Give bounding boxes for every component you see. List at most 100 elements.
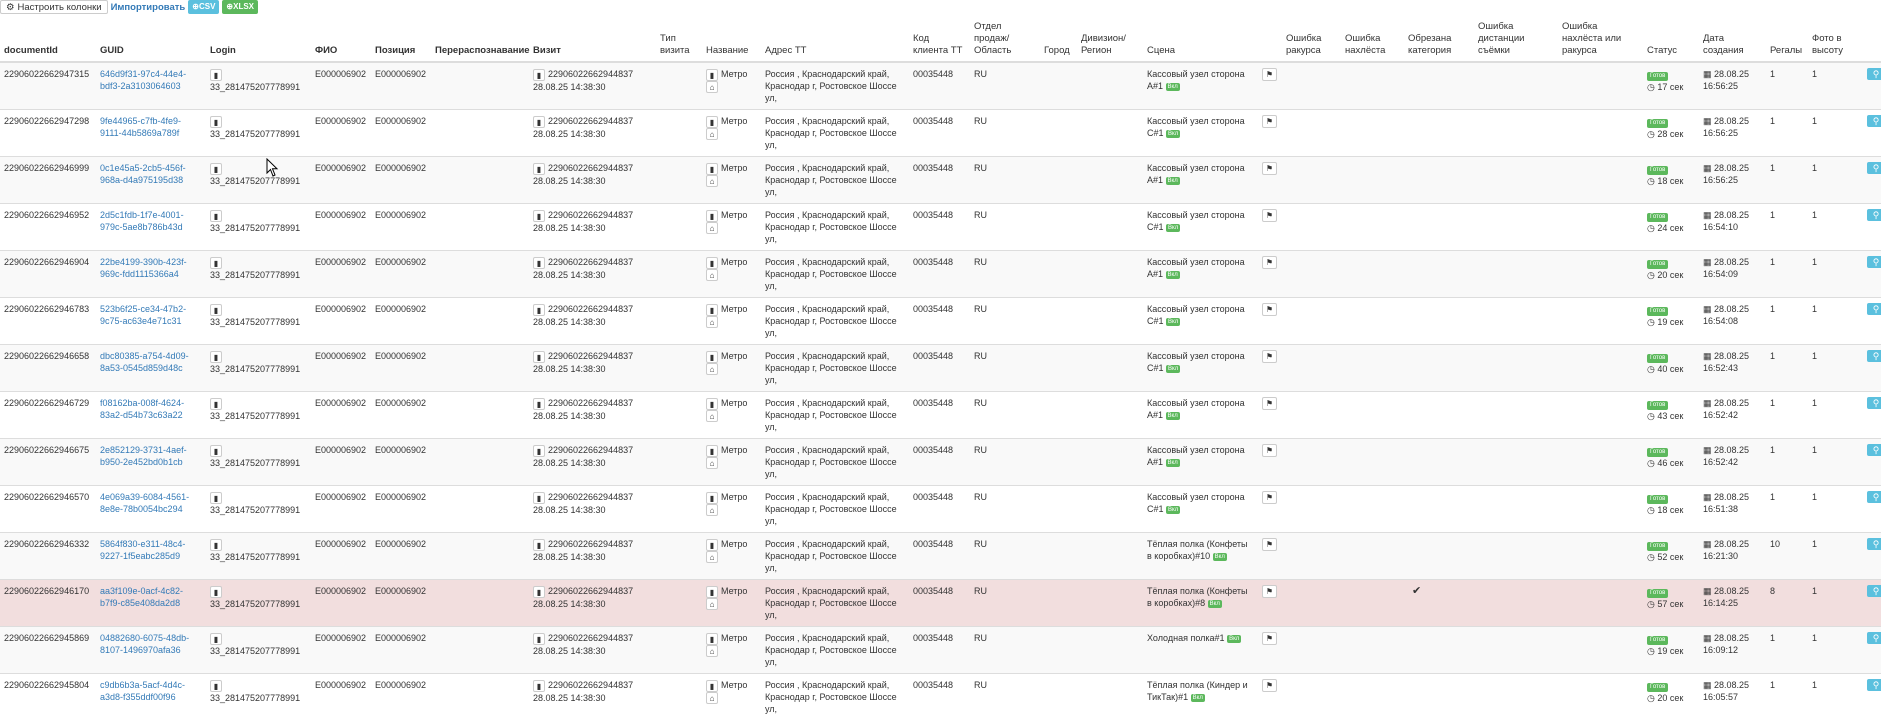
guid-cell[interactable]: 04882680-6075-48db-8107-1496970afa36 bbox=[96, 626, 206, 674]
home-icon[interactable]: ⌂ bbox=[706, 175, 718, 188]
column-header[interactable]: Название bbox=[702, 18, 761, 63]
search-icon[interactable]: ⚲ bbox=[1867, 162, 1881, 174]
guid-link[interactable]: 646d9f31-97c4-44e4-bdf3-2a3103064603 bbox=[100, 69, 186, 91]
guid-cell[interactable]: 9fe44965-c7fb-4fe9-9111-44b5869a789f bbox=[96, 109, 206, 157]
document-icon[interactable]: ▮ bbox=[210, 350, 222, 363]
column-header[interactable]: ФИО bbox=[311, 18, 371, 63]
document-icon[interactable]: ▮ bbox=[210, 115, 222, 128]
column-header[interactable]: Обрезана категория bbox=[1404, 18, 1474, 63]
export-xlsx-button[interactable]: ⊕XLSX bbox=[222, 0, 259, 14]
home-icon[interactable]: ⌂ bbox=[706, 457, 718, 470]
guid-link[interactable]: 523b6f25-ce34-47b2-9c75-ac63e4e71c31 bbox=[100, 304, 186, 326]
document-icon[interactable]: ▮ bbox=[706, 397, 718, 410]
document-icon[interactable]: ▮ bbox=[533, 397, 545, 410]
column-header[interactable]: Дивизион/ Регион bbox=[1077, 18, 1143, 63]
search-icon[interactable]: ⚲ bbox=[1867, 68, 1881, 80]
guid-cell[interactable]: c9db6b3a-5acf-4d4c-a3d8-f355ddf00f96 bbox=[96, 673, 206, 720]
search-icon[interactable]: ⚲ bbox=[1867, 350, 1881, 362]
document-icon[interactable]: ▮ bbox=[210, 68, 222, 81]
export-csv-button[interactable]: ⊕CSV bbox=[188, 0, 220, 14]
guid-link[interactable]: aa3f109e-0acf-4c82-b7f9-c85e408da2d8 bbox=[100, 586, 183, 608]
configure-columns-button[interactable]: ⚙ Настроить колонки bbox=[0, 0, 108, 14]
document-icon[interactable]: ▮ bbox=[533, 538, 545, 551]
document-icon[interactable]: ▮ bbox=[706, 444, 718, 457]
flag-icon[interactable]: ⚑ bbox=[1262, 162, 1277, 176]
column-header[interactable]: Адрес ТТ bbox=[761, 18, 909, 63]
document-icon[interactable]: ▮ bbox=[210, 538, 222, 551]
document-icon[interactable]: ▮ bbox=[706, 115, 718, 128]
column-header[interactable]: Ошибка дистанции съёмки bbox=[1474, 18, 1558, 63]
home-icon[interactable]: ⌂ bbox=[706, 128, 718, 141]
search-icon[interactable]: ⚲ bbox=[1867, 679, 1881, 691]
home-icon[interactable]: ⌂ bbox=[706, 598, 718, 611]
search-icon[interactable]: ⚲ bbox=[1867, 491, 1881, 503]
guid-cell[interactable]: dbc80385-a754-4d09-8a53-0545d859d48c bbox=[96, 344, 206, 392]
guid-cell[interactable]: f08162ba-008f-4624-83a2-d54b73c63a22 bbox=[96, 391, 206, 439]
search-icon[interactable]: ⚲ bbox=[1867, 632, 1881, 644]
guid-link[interactable]: 04882680-6075-48db-8107-1496970afa36 bbox=[100, 633, 189, 655]
document-icon[interactable]: ▮ bbox=[533, 585, 545, 598]
home-icon[interactable]: ⌂ bbox=[706, 645, 718, 658]
flag-icon[interactable]: ⚑ bbox=[1262, 632, 1277, 646]
column-header[interactable]: Статус bbox=[1643, 18, 1699, 63]
document-icon[interactable]: ▮ bbox=[210, 209, 222, 222]
document-icon[interactable]: ▮ bbox=[210, 397, 222, 410]
home-icon[interactable]: ⌂ bbox=[706, 222, 718, 235]
document-icon[interactable]: ▮ bbox=[533, 632, 545, 645]
document-icon[interactable]: ▮ bbox=[533, 491, 545, 504]
document-icon[interactable]: ▮ bbox=[210, 444, 222, 457]
search-icon[interactable]: ⚲ bbox=[1867, 397, 1881, 409]
flag-icon[interactable]: ⚑ bbox=[1262, 444, 1277, 458]
home-icon[interactable]: ⌂ bbox=[706, 363, 718, 376]
document-icon[interactable]: ▮ bbox=[210, 585, 222, 598]
flag-icon[interactable]: ⚑ bbox=[1262, 585, 1277, 599]
search-icon[interactable]: ⚲ bbox=[1867, 585, 1881, 597]
document-icon[interactable]: ▮ bbox=[533, 679, 545, 692]
document-icon[interactable]: ▮ bbox=[533, 350, 545, 363]
document-icon[interactable]: ▮ bbox=[533, 444, 545, 457]
guid-link[interactable]: 0c1e45a5-2cb5-456f-968a-d4a975195d38 bbox=[100, 163, 186, 185]
document-icon[interactable]: ▮ bbox=[706, 68, 718, 81]
document-icon[interactable]: ▮ bbox=[210, 632, 222, 645]
search-icon[interactable]: ⚲ bbox=[1867, 209, 1881, 221]
search-icon[interactable]: ⚲ bbox=[1867, 256, 1881, 268]
guid-cell[interactable]: 2e852129-3731-4aef-b950-2e452bd0b1cb bbox=[96, 438, 206, 486]
column-header[interactable]: Регалы bbox=[1766, 18, 1808, 63]
document-icon[interactable]: ▮ bbox=[706, 632, 718, 645]
guid-link[interactable]: dbc80385-a754-4d09-8a53-0545d859d48c bbox=[100, 351, 189, 373]
column-header[interactable]: Код клиента ТТ bbox=[909, 18, 970, 63]
home-icon[interactable]: ⌂ bbox=[706, 504, 718, 517]
guid-link[interactable]: 4e069a39-6084-4561-8e8e-78b0054bc294 bbox=[100, 492, 189, 514]
column-header[interactable]: Ошибка ракурса bbox=[1282, 18, 1341, 63]
guid-cell[interactable]: 2d5c1fdb-1f7e-4001-979c-5ae8b786b43d bbox=[96, 203, 206, 251]
home-icon[interactable]: ⌂ bbox=[706, 551, 718, 564]
column-header[interactable]: Город bbox=[1040, 18, 1077, 63]
guid-link[interactable]: 2d5c1fdb-1f7e-4001-979c-5ae8b786b43d bbox=[100, 210, 184, 232]
document-icon[interactable]: ▮ bbox=[706, 491, 718, 504]
document-icon[interactable]: ▮ bbox=[533, 115, 545, 128]
flag-icon[interactable]: ⚑ bbox=[1262, 209, 1277, 223]
document-icon[interactable]: ▮ bbox=[210, 303, 222, 316]
guid-cell[interactable]: aa3f109e-0acf-4c82-b7f9-c85e408da2d8 bbox=[96, 579, 206, 627]
column-header[interactable]: Позиция bbox=[371, 18, 431, 63]
guid-cell[interactable]: 22be4199-390b-423f-969c-fdd1115366a4 bbox=[96, 250, 206, 298]
guid-link[interactable]: 5864f830-e311-48c4-9227-1f5eabc285d9 bbox=[100, 539, 185, 561]
column-header[interactable]: Отдел продаж/ Область bbox=[970, 18, 1040, 63]
search-icon[interactable]: ⚲ bbox=[1867, 115, 1881, 127]
home-icon[interactable]: ⌂ bbox=[706, 81, 718, 94]
document-icon[interactable]: ▮ bbox=[706, 256, 718, 269]
guid-link[interactable]: 9fe44965-c7fb-4fe9-9111-44b5869a789f bbox=[100, 116, 181, 138]
column-header[interactable]: Дата создания bbox=[1699, 18, 1766, 63]
guid-cell[interactable]: 4e069a39-6084-4561-8e8e-78b0054bc294 bbox=[96, 485, 206, 533]
guid-cell[interactable]: 523b6f25-ce34-47b2-9c75-ac63e4e71c31 bbox=[96, 297, 206, 345]
guid-link[interactable]: c9db6b3a-5acf-4d4c-a3d8-f355ddf00f96 bbox=[100, 680, 185, 702]
column-header[interactable]: Фото в высоту bbox=[1808, 18, 1863, 63]
guid-link[interactable]: f08162ba-008f-4624-83a2-d54b73c63a22 bbox=[100, 398, 184, 420]
column-header[interactable]: Ошибка нахлёста или ракурса bbox=[1558, 18, 1643, 63]
document-icon[interactable]: ▮ bbox=[210, 162, 222, 175]
home-icon[interactable]: ⌂ bbox=[706, 692, 718, 705]
flag-icon[interactable]: ⚑ bbox=[1262, 303, 1277, 317]
column-header[interactable]: Сцена bbox=[1143, 18, 1258, 63]
flag-icon[interactable]: ⚑ bbox=[1262, 538, 1277, 552]
column-header[interactable]: Login bbox=[206, 18, 311, 63]
